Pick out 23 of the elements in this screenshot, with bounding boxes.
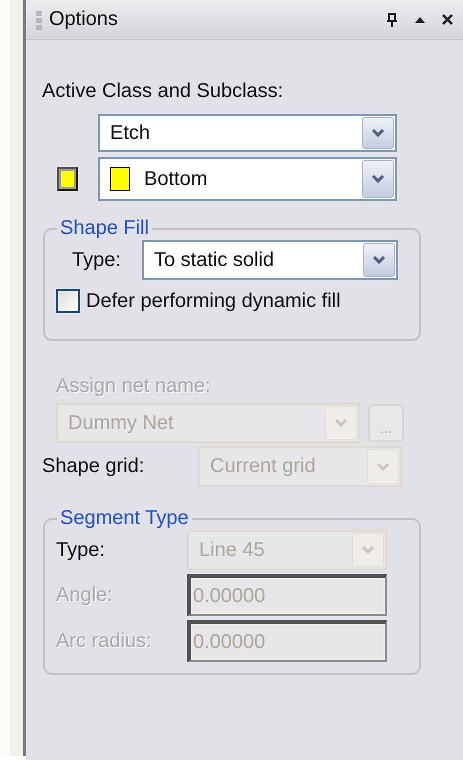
checkbox[interactable] [56,289,80,313]
collapse-icon[interactable] [415,16,425,22]
group-title: Shape Fill [59,217,150,240]
field-label: Arc radius: [55,630,153,652]
subclass-dropdown[interactable]: Bottom [98,157,397,201]
field-label: Angle: [55,584,114,606]
chevron-down-icon[interactable] [372,255,386,265]
field-label: Type: [71,248,122,272]
field-label: Shape grid: [42,455,146,478]
field-label: Assign net name: [55,375,212,398]
checkbox-label: Defer performing dynamic fill [86,290,341,312]
field-label: Active Class and Subclass: [42,80,284,103]
chevron-down-icon[interactable] [371,174,385,184]
close-icon[interactable] [442,14,453,25]
panel-title: Options [49,8,118,31]
type-dropdown[interactable]: To static solid [142,240,398,280]
class-dropdown[interactable]: Etch [98,114,397,152]
field-label: Type: [55,538,106,562]
group-title: Segment Type [59,507,190,530]
pin-icon[interactable] [386,12,398,26]
color-button[interactable] [57,167,78,191]
grip-icon[interactable] [36,8,42,30]
chevron-down-icon[interactable] [371,128,385,138]
